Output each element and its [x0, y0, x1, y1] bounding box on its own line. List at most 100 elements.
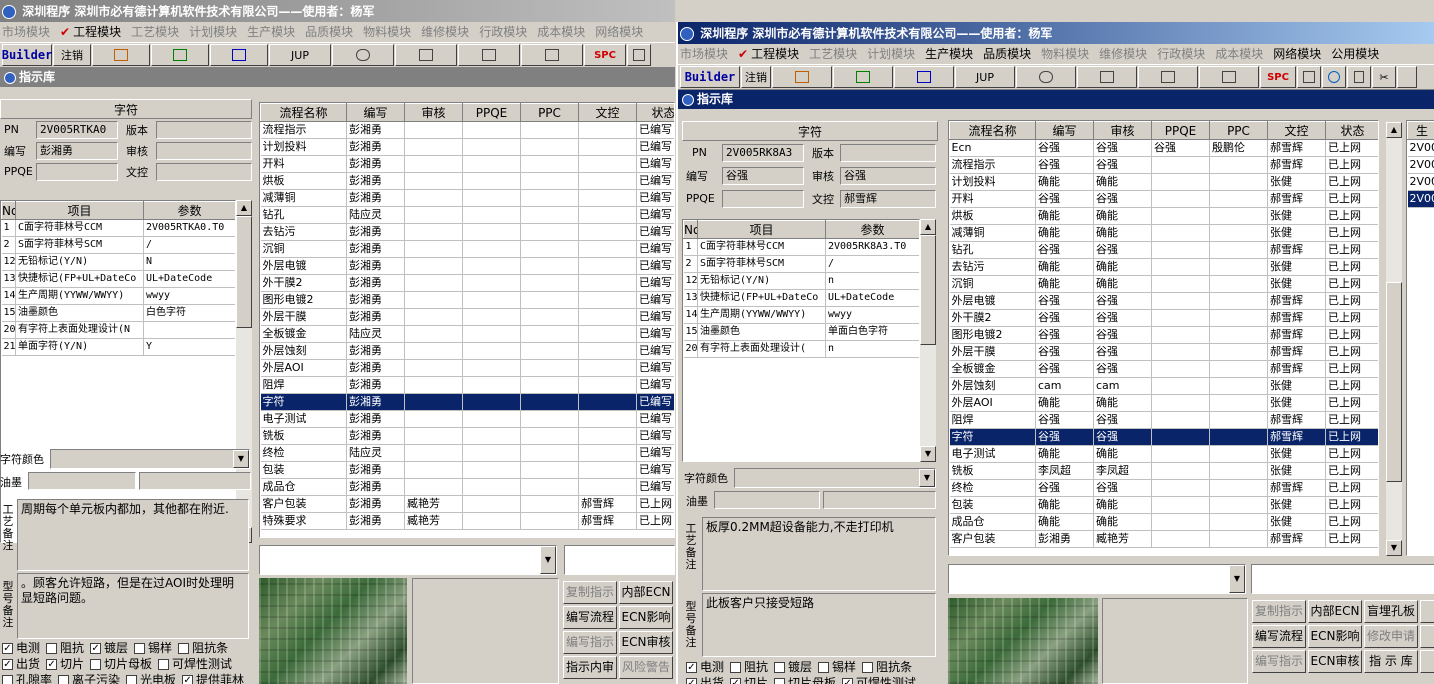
title-bar[interactable]: 深圳程序 深圳市必有德计算机软件技术有限公司——使用者：杨军 _□×	[0, 0, 675, 22]
param-row[interactable]: 13 快捷标记(FP+UL+DateCo UL+DateCode	[1, 270, 235, 288]
flow-cell[interactable]	[404, 291, 463, 309]
param-cell[interactable]: 12	[683, 272, 698, 290]
param-cell[interactable]: /	[143, 236, 235, 254]
option-checkbox[interactable]: ✓ 出货	[2, 656, 40, 672]
flow-cell[interactable]: 谷强	[1093, 292, 1152, 310]
scroll-thumb[interactable]	[920, 235, 936, 345]
product-row[interactable]: 2V00	[1407, 173, 1434, 191]
param-cell[interactable]: Y	[143, 338, 235, 356]
flow-cell[interactable]: 已编写	[636, 410, 674, 428]
flow-cell[interactable]	[462, 410, 521, 428]
writer-field[interactable]: 谷强	[722, 166, 804, 185]
flow-cell[interactable]	[462, 495, 521, 513]
flow-cell[interactable]: 包装	[949, 496, 1036, 514]
flow-cell[interactable]	[462, 359, 521, 377]
flow-cell[interactable]	[462, 325, 521, 343]
flow-cell[interactable]	[578, 359, 637, 377]
scroll-thumb[interactable]	[1386, 282, 1402, 482]
flow-cell[interactable]: 张健	[1267, 462, 1326, 480]
flow-cell[interactable]	[1151, 224, 1210, 242]
flow-cell[interactable]: 已上网	[1325, 360, 1378, 378]
flow-cell[interactable]: 已上网	[1325, 258, 1378, 276]
param-cell[interactable]: 1	[683, 238, 698, 256]
scroll-up-icon[interactable]: ▲	[236, 200, 252, 216]
flow-cell[interactable]: 去钻污	[949, 258, 1036, 276]
flow-cell[interactable]	[520, 410, 579, 428]
flow-row[interactable]: 计划投料 彭湘勇 已编写	[260, 138, 674, 156]
param-cell[interactable]: 21	[1, 338, 16, 356]
flow-row[interactable]: 客户包装 彭湘勇 臧艳芳 郝雪辉 已上网	[260, 495, 674, 513]
flow-cell[interactable]: 已编写	[636, 189, 674, 207]
param-cell[interactable]: /	[825, 255, 919, 273]
param-column-header[interactable]: 项目	[15, 201, 144, 220]
menu-item[interactable]: 品质模块	[305, 25, 353, 39]
flow-cell[interactable]: 计划投料	[260, 138, 347, 156]
flow-cell[interactable]	[404, 172, 463, 190]
flow-cell[interactable]: 特殊要求	[260, 512, 347, 530]
action-button[interactable]: 编写指示	[563, 631, 617, 654]
flow-cell[interactable]	[462, 206, 521, 224]
flow-cell[interactable]	[578, 155, 637, 173]
flow-cell[interactable]	[1151, 292, 1210, 310]
flow-cell[interactable]	[1151, 428, 1210, 446]
flow-cell[interactable]	[578, 444, 637, 462]
flow-cell[interactable]: 彭湘勇	[346, 274, 405, 292]
product-column-header[interactable]: 生	[1407, 121, 1434, 140]
param-cell[interactable]: 油墨颜色	[15, 304, 144, 322]
action-button[interactable]: 编写流程	[1252, 625, 1306, 648]
flow-cell[interactable]: 谷强	[1035, 190, 1094, 208]
param-cell[interactable]: 有字符上表面处理设计(	[697, 340, 826, 358]
ppqe-field[interactable]	[36, 162, 118, 181]
flow-cell[interactable]: 减薄铜	[260, 189, 347, 207]
computer-button[interactable]	[521, 44, 583, 66]
param-cell[interactable]: 单面白色字符	[825, 323, 919, 341]
flow-cell[interactable]	[1151, 241, 1210, 259]
flow-cell[interactable]: 客户包装	[949, 530, 1036, 548]
flow-cell[interactable]	[404, 308, 463, 326]
flow-cell[interactable]: 张健	[1267, 513, 1326, 531]
menu-item[interactable]: 维修模块	[1099, 47, 1147, 61]
action-button[interactable]: 稍	[1420, 650, 1434, 673]
flow-cell[interactable]: 谷强	[1093, 343, 1152, 361]
unchecked-icon[interactable]	[862, 662, 874, 673]
flow-cell[interactable]	[578, 342, 637, 360]
checked-icon[interactable]: ✓	[730, 678, 742, 684]
flow-row[interactable]: 开料 彭湘勇 已编写	[260, 155, 674, 173]
flow-cell[interactable]: 郝雪辉	[1267, 156, 1326, 174]
flow-cell[interactable]: 彭湘勇	[346, 189, 405, 207]
flow-cell[interactable]: 全板镀金	[260, 325, 347, 343]
unchecked-icon[interactable]	[774, 678, 786, 684]
chevron-down-icon[interactable]: ▼	[233, 450, 249, 468]
flow-cell[interactable]	[462, 155, 521, 173]
flow-cell[interactable]	[578, 223, 637, 241]
flow-cell[interactable]	[578, 240, 637, 258]
flow-cell[interactable]: 彭湘勇	[346, 172, 405, 190]
flow-row[interactable]: 外层干膜 彭湘勇 已编写	[260, 308, 674, 326]
flow-cell[interactable]: 张健	[1267, 377, 1326, 395]
flow-cell[interactable]: 已编写	[636, 206, 674, 224]
flow-cell[interactable]: 彭湘勇	[346, 138, 405, 156]
checked-icon[interactable]: ✓	[90, 643, 102, 654]
param-row[interactable]: 21 单面字符(Y/N) Y	[1, 338, 235, 356]
flow-cell[interactable]: 谷强	[1035, 411, 1094, 429]
flow-row[interactable]: 终检 陆应灵 已编写	[260, 444, 674, 462]
flow-cell[interactable]	[462, 444, 521, 462]
flow-cell[interactable]: 已上网	[1325, 377, 1378, 395]
flow-row[interactable]: 成品仓 彭湘勇 已编写	[260, 478, 674, 496]
flow-cell[interactable]	[578, 325, 637, 343]
flow-cell[interactable]	[404, 478, 463, 496]
action-button[interactable]: 编写指示	[1252, 650, 1306, 673]
flow-cell[interactable]: 谷强	[1035, 139, 1094, 157]
param-row[interactable]: 14 生产周期(YYWW/WWYY) wwyy	[1, 287, 235, 305]
menu-item[interactable]: 成本模块	[1215, 47, 1263, 61]
action-button[interactable]: 复制指示	[563, 581, 617, 604]
menu-item[interactable]: 市场模块	[680, 47, 728, 61]
param-cell[interactable]: UL+DateCode	[143, 270, 235, 288]
flow-cell[interactable]: 烘板	[949, 207, 1036, 225]
menu-item[interactable]: 物料模块	[1041, 47, 1089, 61]
flow-cell[interactable]: 郝雪辉	[1267, 530, 1326, 548]
flow-cell[interactable]: 谷强	[1035, 428, 1094, 446]
flow-cell[interactable]: 外层AOI	[260, 359, 347, 377]
flow-cell[interactable]	[404, 206, 463, 224]
unchecked-icon[interactable]	[818, 662, 830, 673]
